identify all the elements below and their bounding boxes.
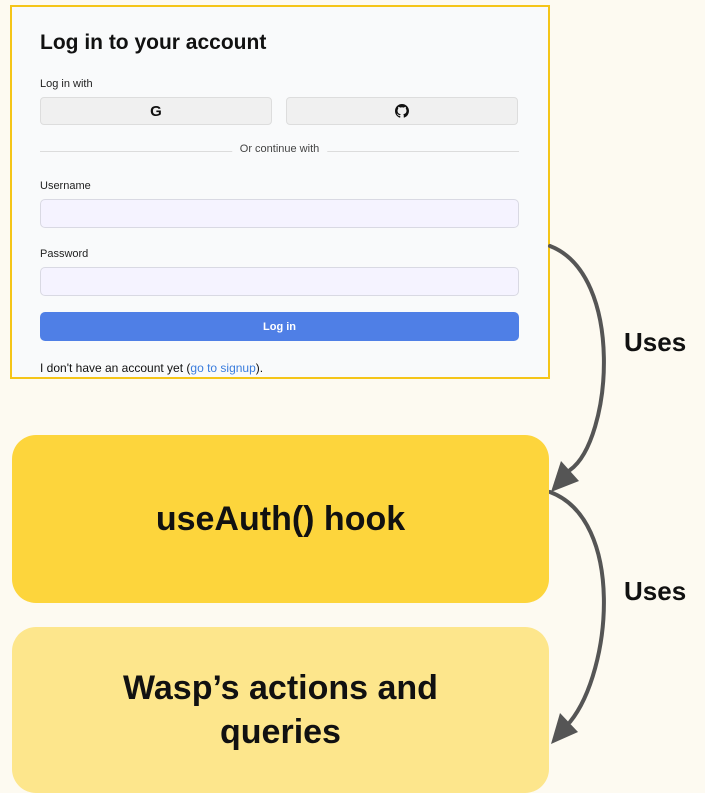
- wasp-actions-queries-label: Wasp’s actions and queries: [123, 668, 438, 751]
- use-auth-hook-box: useAuth() hook: [12, 435, 549, 603]
- uses-label-1: Uses: [624, 327, 687, 357]
- arrow-2: [548, 490, 606, 724]
- wasp-actions-queries-box: Wasp’s actions and queries: [12, 627, 549, 793]
- use-auth-hook-label: useAuth() hook: [155, 499, 406, 538]
- uses-label-2: Uses: [624, 576, 687, 606]
- arrow-1: [548, 244, 606, 472]
